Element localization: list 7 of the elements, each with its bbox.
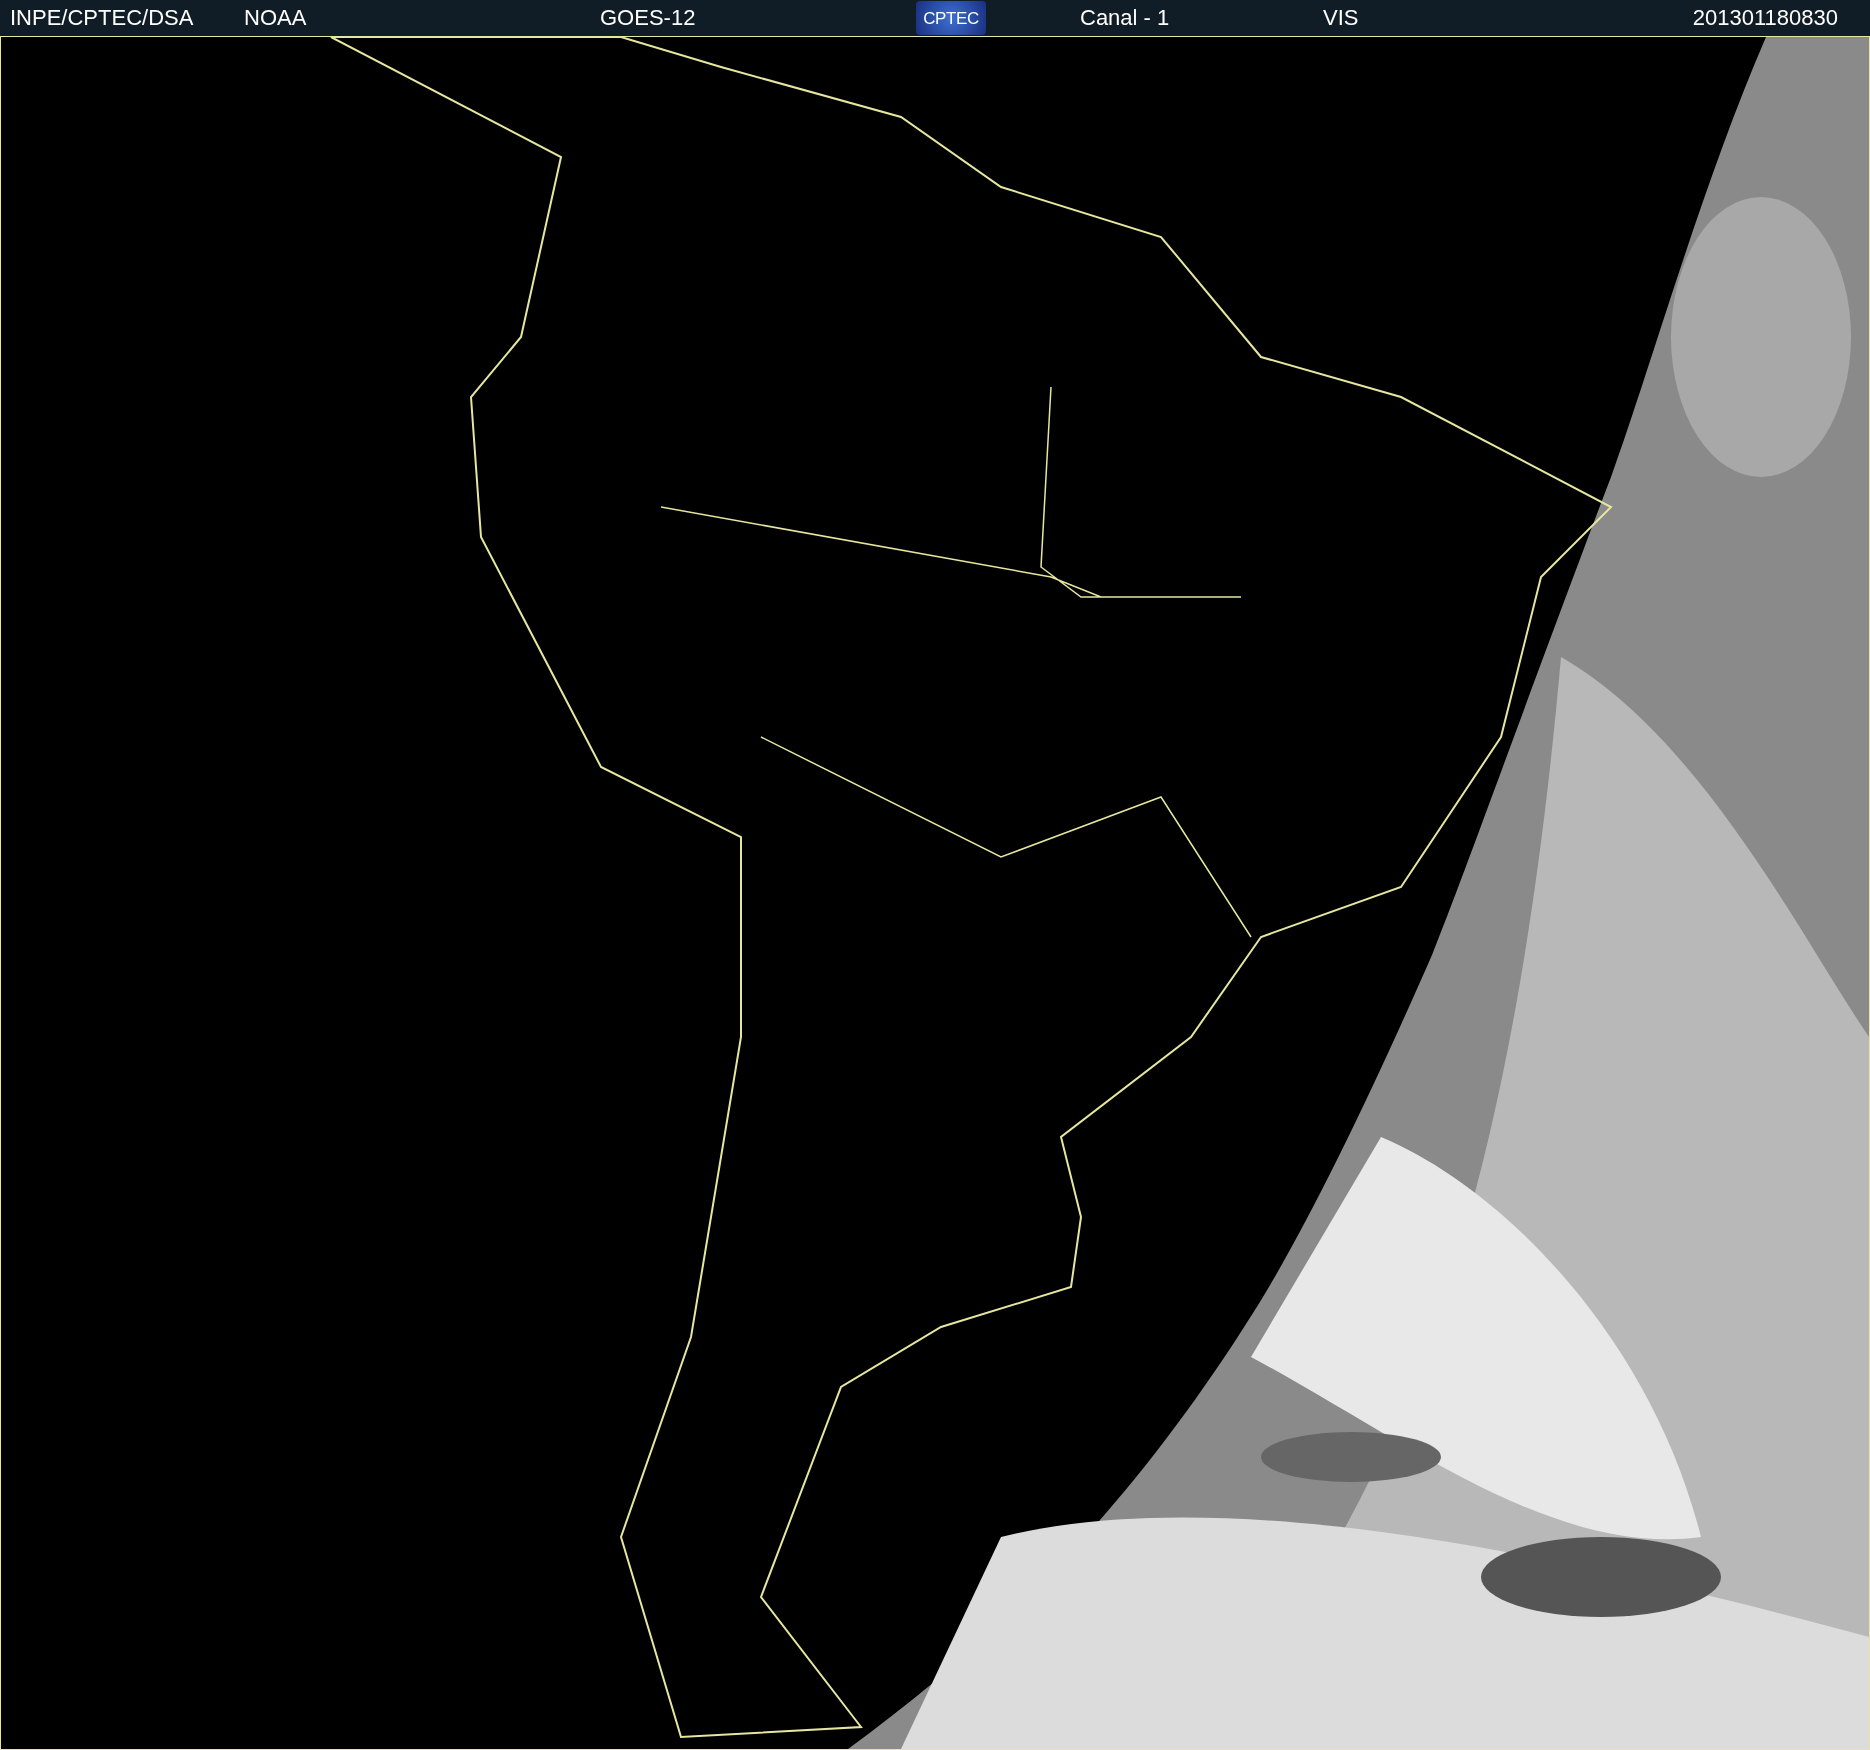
source-label: NOAA bbox=[244, 7, 308, 29]
channel-label: Canal - 1 bbox=[1080, 7, 1171, 29]
band-label: VIS bbox=[1323, 7, 1359, 29]
satellite-label: GOES-12 bbox=[600, 7, 697, 29]
logo: CPTEC bbox=[916, 1, 986, 35]
agency-label: INPE/CPTEC/DSA bbox=[10, 7, 195, 29]
timestamp-label: 201301180830 bbox=[1692, 7, 1838, 29]
